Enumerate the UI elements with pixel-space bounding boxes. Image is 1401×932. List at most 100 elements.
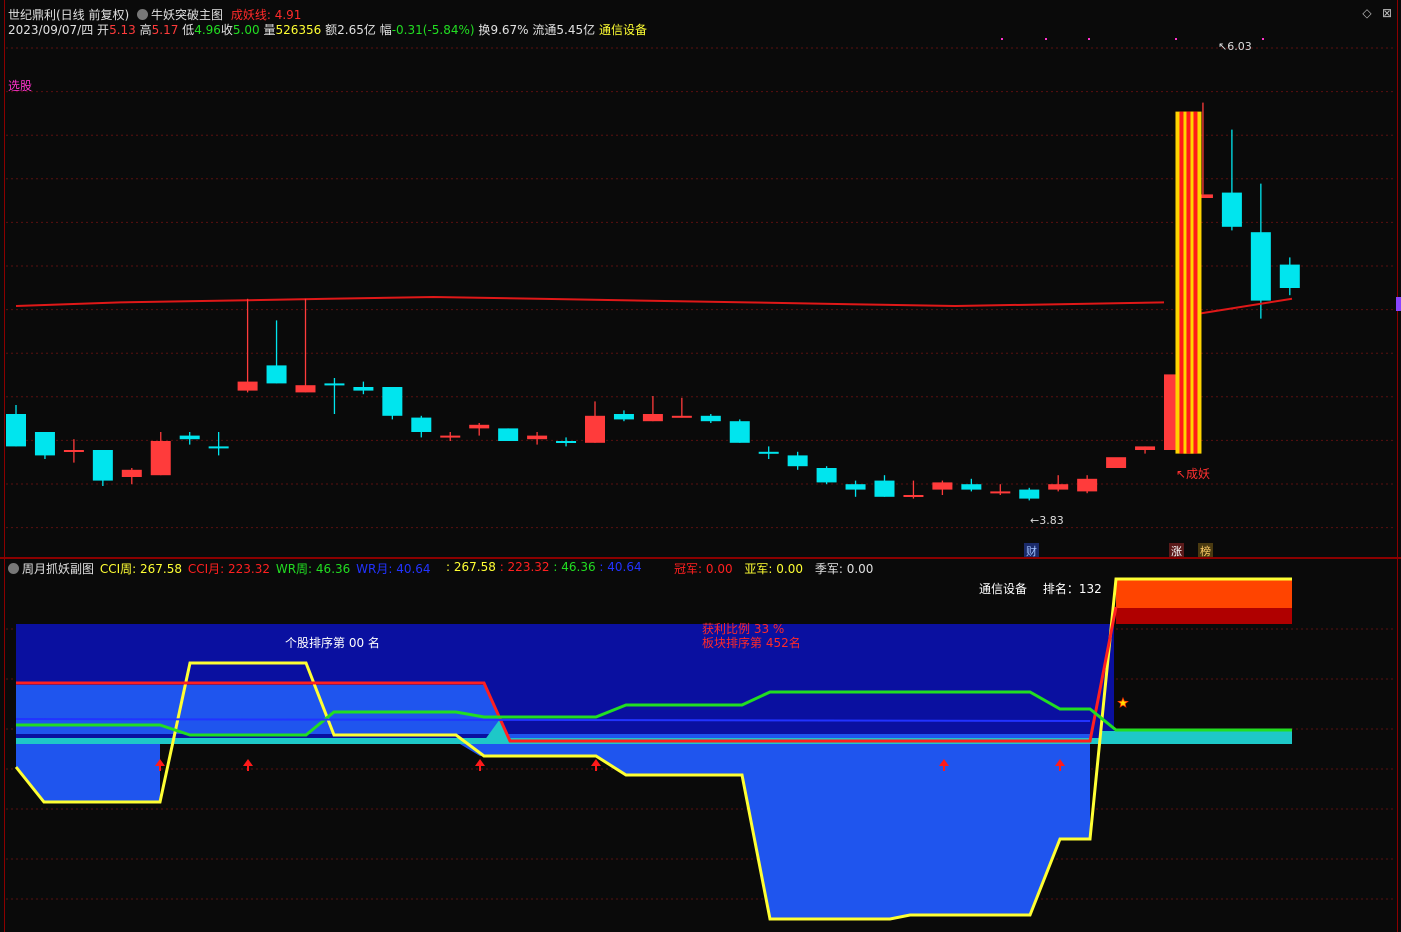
marker-dot [1088,38,1090,40]
candle-body[interactable] [1135,446,1156,450]
close-label: 收 [220,23,233,37]
candle-body[interactable] [816,468,837,483]
candle [527,432,548,445]
float-label: 流通 [532,23,557,37]
candle-body[interactable] [6,414,26,447]
candle-body[interactable] [758,451,779,454]
candle-body[interactable] [613,414,634,420]
candle-body[interactable] [845,484,866,490]
sub-indicator-name[interactable]: 周月抓妖副图 [22,562,94,576]
candle-body[interactable] [382,387,403,416]
candle-body[interactable] [92,450,113,481]
main-header-line2: 2023/09/07/四 开5.13 高5.17 低4.96收5.00 量526… [8,21,647,38]
zone-blue-lower [16,744,1090,919]
candle [353,381,374,395]
candle [1221,129,1242,231]
rank-value: 132 [1078,582,1102,596]
sub-header-awards: 冠军: 0.00 亚军: 0.00 季军: 0.00 [674,560,873,577]
high-value: 5.17 [151,23,179,37]
runner-value: 0.00 [776,562,804,576]
cheng-yao-line [15,295,1165,308]
candle [903,480,924,499]
candle-body[interactable] [1279,264,1300,288]
candle-body[interactable] [990,491,1011,494]
candle-body[interactable] [903,495,924,497]
candle-body[interactable] [324,383,345,386]
main-chart-panel[interactable]: 世纪鼎利(日线 前复权) 牛妖突破主图 成妖线: 4.91 2023/09/07… [0,0,1401,559]
candle-body[interactable] [585,415,605,443]
buy-arrow-head [475,759,485,766]
turnover-label: 换 [478,23,491,37]
wr-month-label: WR月: [356,562,393,576]
settings-icon[interactable] [8,563,19,574]
candle [613,410,634,422]
turnover-value: 9.67% [490,23,529,37]
stock-title[interactable]: 世纪鼎利(日线 前复权) [8,8,129,22]
candle-body[interactable] [527,435,548,440]
candle [266,320,287,384]
value-2: : 223.32 [499,560,550,574]
candle [1279,257,1300,296]
sub-header-values: : 267.58 : 223.32 : 46.36 : 40.64 [446,560,642,574]
candle [816,466,837,485]
sub-sector-name: 通信设备 [979,582,1028,596]
candle [700,414,721,423]
candle [498,428,519,441]
wr-week-label: WR周: [275,562,313,576]
candle-body[interactable] [469,424,490,429]
indicator-name[interactable]: 牛妖突破主图 [151,8,223,22]
candle-body[interactable] [556,441,577,443]
date-label: 2023/09/07/四 [8,23,94,37]
candle-body[interactable] [266,365,287,384]
cci-month-label: CCI月: [187,562,225,576]
candle-body[interactable] [671,415,692,418]
candle-body[interactable] [63,450,84,452]
candle-body[interactable] [150,441,171,476]
candle-body[interactable] [642,414,663,422]
cci-month-value: 223.32 [228,562,271,576]
candle-body[interactable] [787,455,808,467]
candle-body[interactable] [1250,232,1271,301]
candle-body[interactable] [1019,489,1040,499]
candle-body[interactable] [700,415,721,422]
sector-label[interactable]: 通信设备 [599,23,647,37]
xuangu-label[interactable]: 选股 [8,77,32,94]
sub-chart-panel[interactable]: 周月抓妖副图 CCI周: 267.58 CCI月: 223.32 WR周: 46… [0,559,1401,932]
candle-body[interactable] [932,482,953,490]
cheng-yao-line-label: 成妖线: 4.91 [230,8,302,22]
candle-body[interactable] [411,417,432,432]
low-value: 4.96 [194,23,221,37]
candle-body[interactable] [961,484,982,490]
indicator-chart[interactable] [0,559,1401,932]
candle [324,378,345,414]
candle-body[interactable] [729,421,750,443]
candle-body[interactable] [237,381,258,391]
candle-body[interactable] [498,428,519,441]
candle-body[interactable] [1221,192,1242,227]
candle-body[interactable] [1048,484,1069,490]
restore-icon[interactable]: ◇ [1360,6,1374,20]
candle [671,397,692,418]
star-icon [1117,696,1129,708]
candle [237,298,258,393]
candle-body[interactable] [295,385,316,393]
wr-month-value: 40.64 [396,562,431,576]
high-price-annotation: ↖6.03 [1218,40,1252,53]
candle-body[interactable] [34,432,55,456]
candle-body[interactable] [440,435,461,438]
candle-body[interactable] [353,387,374,391]
settings-icon[interactable] [137,9,149,20]
candle-body[interactable] [208,446,229,449]
cyan-block-right [1100,731,1292,744]
cci-week-value: 267.58 [140,562,183,576]
candle-body[interactable] [121,469,142,477]
candle-body[interactable] [1106,457,1127,468]
low-price-annotation: ←3.83 [1030,514,1064,527]
candle-body[interactable] [179,435,200,440]
close-icon[interactable]: ⊠ [1380,6,1394,20]
candle-body[interactable] [874,480,895,497]
candle [382,387,403,420]
candle-body[interactable] [1077,478,1098,492]
candle [990,484,1011,495]
candle [6,405,26,447]
